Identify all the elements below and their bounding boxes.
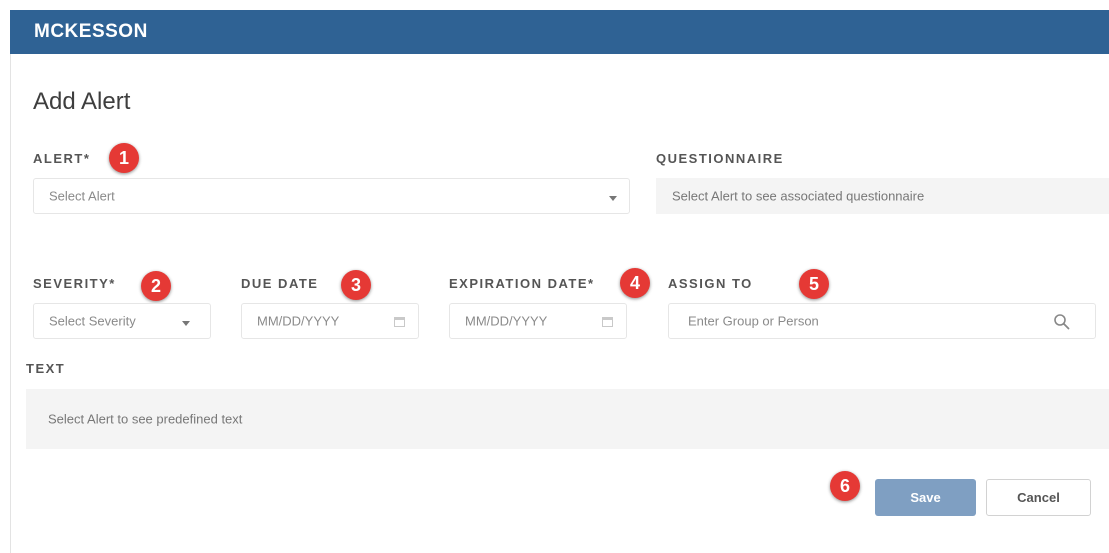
text-label: TEXT — [26, 361, 66, 376]
assign-to-search-input[interactable]: Enter Group or Person — [668, 303, 1096, 339]
due-date-label: DUE DATE — [241, 276, 319, 291]
expiration-date-placeholder: MM/DD/YYYY — [465, 313, 548, 329]
assign-to-label: ASSIGN TO — [668, 276, 753, 291]
callout-badge-6: 6 — [830, 471, 860, 501]
questionnaire-label: QUESTIONNAIRE — [656, 151, 784, 166]
callout-badge-3: 3 — [341, 270, 371, 300]
chevron-down-icon — [609, 196, 617, 201]
calendar-icon[interactable] — [394, 317, 405, 327]
calendar-icon[interactable] — [602, 317, 613, 327]
callout-badge-5: 5 — [799, 269, 829, 299]
page-title: Add Alert — [33, 88, 131, 115]
expiration-date-input[interactable]: MM/DD/YYYY — [449, 303, 627, 339]
due-date-input[interactable]: MM/DD/YYYY — [241, 303, 419, 339]
alert-select-placeholder: Select Alert — [49, 188, 115, 204]
brand-logo: MCKESSON — [34, 21, 148, 42]
predefined-text-field: Select Alert to see predefined text — [26, 389, 1109, 449]
predefined-text-placeholder: Select Alert to see predefined text — [48, 411, 243, 427]
questionnaire-placeholder: Select Alert to see associated questionn… — [672, 188, 925, 204]
top-bar: MCKESSON — [10, 10, 1109, 54]
save-button[interactable]: Save — [875, 479, 976, 516]
callout-badge-2: 2 — [141, 271, 171, 301]
alert-label: ALERT* — [33, 151, 91, 166]
assign-to-placeholder: Enter Group or Person — [688, 313, 819, 329]
alert-select[interactable]: Select Alert — [33, 178, 630, 214]
severity-label: SEVERITY* — [33, 276, 116, 291]
due-date-placeholder: MM/DD/YYYY — [257, 313, 340, 329]
chevron-down-icon — [182, 321, 190, 326]
search-icon[interactable] — [1053, 313, 1070, 330]
severity-select[interactable]: Select Severity — [33, 303, 211, 339]
severity-select-placeholder: Select Severity — [49, 313, 136, 329]
callout-badge-4: 4 — [620, 268, 650, 298]
questionnaire-field: Select Alert to see associated questionn… — [656, 178, 1109, 214]
callout-badge-1: 1 — [109, 143, 139, 173]
expiration-date-label: EXPIRATION DATE* — [449, 276, 595, 291]
cancel-button[interactable]: Cancel — [986, 479, 1091, 516]
